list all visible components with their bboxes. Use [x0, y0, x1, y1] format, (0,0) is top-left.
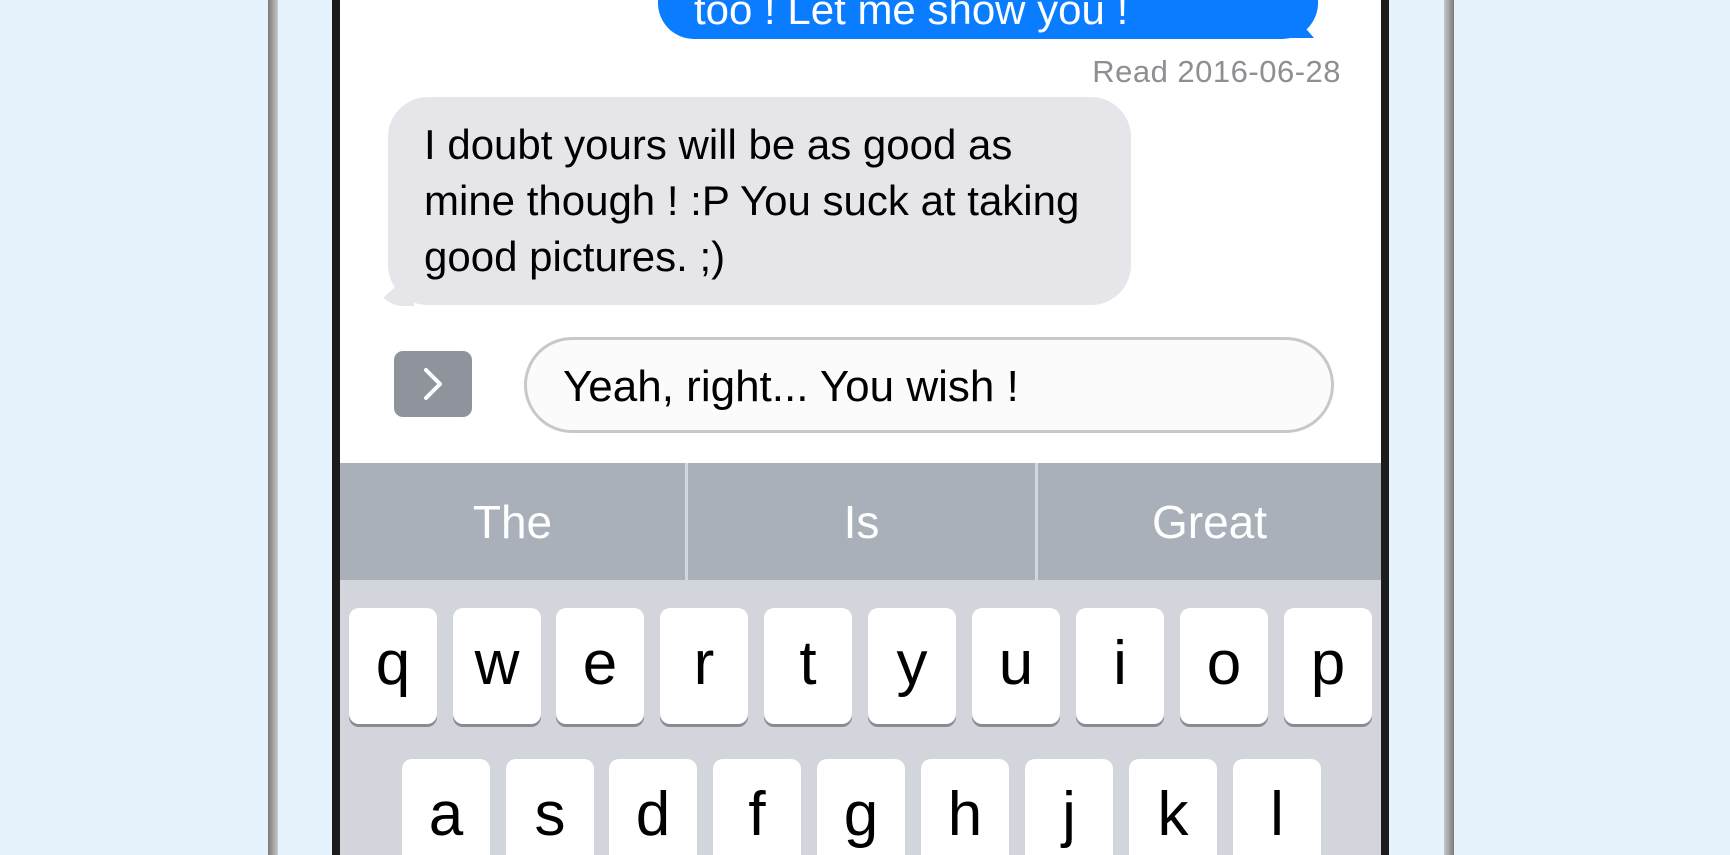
message-input-text: Yeah, right... You wish !: [563, 362, 1019, 411]
key-l[interactable]: l: [1233, 759, 1321, 855]
phone-frame-left: [268, 0, 278, 855]
predictive-text-bar: The Is Great: [340, 463, 1381, 580]
key-e[interactable]: e: [556, 608, 644, 724]
phone-frame-right: [1444, 0, 1454, 855]
outgoing-message-bubble[interactable]: too ! Let me show you !: [658, 0, 1318, 39]
key-u[interactable]: u: [972, 608, 1060, 724]
chevron-right-icon: [424, 368, 442, 400]
suggestion-3[interactable]: Great: [1038, 463, 1381, 580]
key-h[interactable]: h: [921, 759, 1009, 855]
key-w[interactable]: w: [453, 608, 541, 724]
read-receipt: Read 2016-06-28: [1092, 54, 1341, 89]
key-a[interactable]: a: [402, 759, 490, 855]
key-k[interactable]: k: [1129, 759, 1217, 855]
key-s[interactable]: s: [506, 759, 594, 855]
key-y[interactable]: y: [868, 608, 956, 724]
key-j[interactable]: j: [1025, 759, 1113, 855]
key-i[interactable]: i: [1076, 608, 1164, 724]
message-input[interactable]: Yeah, right... You wish !: [524, 337, 1334, 433]
key-q[interactable]: q: [349, 608, 437, 724]
keyboard: q w e r t y u i o p a s d f g h j k l: [340, 580, 1381, 855]
expand-apps-button[interactable]: [394, 351, 472, 417]
messages-screen: too ! Let me show you ! Read 2016-06-28 …: [340, 0, 1381, 855]
key-f[interactable]: f: [713, 759, 801, 855]
key-p[interactable]: p: [1284, 608, 1372, 724]
suggestion-1[interactable]: The: [340, 463, 685, 580]
incoming-message-bubble[interactable]: I doubt yours will be as good as mine th…: [388, 97, 1131, 305]
key-d[interactable]: d: [609, 759, 697, 855]
outgoing-message-text: too ! Let me show you !: [694, 0, 1129, 33]
key-t[interactable]: t: [764, 608, 852, 724]
key-g[interactable]: g: [817, 759, 905, 855]
screen-bezel-left: [332, 0, 340, 855]
outgoing-bubble-tail: [1288, 8, 1314, 38]
key-o[interactable]: o: [1180, 608, 1268, 724]
suggestion-2[interactable]: Is: [688, 463, 1035, 580]
incoming-message-text: I doubt yours will be as good as mine th…: [424, 121, 1080, 280]
screen-bezel-right: [1381, 0, 1389, 855]
key-r[interactable]: r: [660, 608, 748, 724]
